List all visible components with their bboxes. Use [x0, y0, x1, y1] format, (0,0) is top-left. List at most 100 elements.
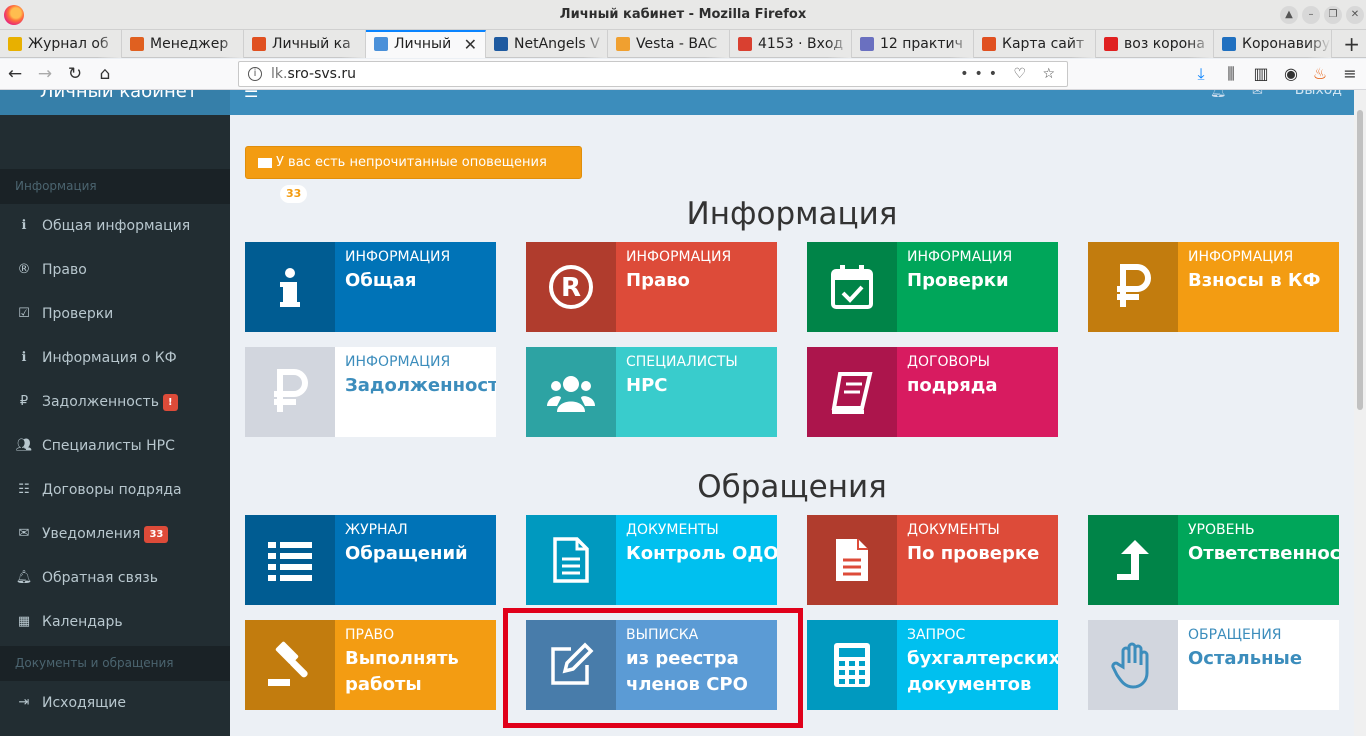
logout-button[interactable]: Выход — [1295, 90, 1342, 98]
tile-caption: Информация — [907, 249, 1013, 265]
notifications-alert-button[interactable]: У вас есть непрочитанные оповещения 33 — [245, 146, 582, 203]
tile-value: Контроль ОДО — [626, 541, 777, 567]
sidebar-item[interactable]: ₽ Задолженность! — [0, 380, 230, 424]
sidebar-item[interactable]: ▦ Календарь — [0, 600, 230, 644]
sidebar-item[interactable]: ® Право — [0, 248, 230, 292]
tile-value: Взносы в КФ — [1188, 268, 1320, 294]
window-minimize-icon[interactable]: – — [1302, 6, 1320, 24]
file-icon — [807, 515, 897, 605]
sidebar-item[interactable]: ☑ Проверки — [0, 292, 230, 336]
url-host-prefix: lk. — [271, 66, 288, 82]
sidebar-toggle-button[interactable]: ☰ — [244, 90, 258, 101]
browser-tab[interactable]: 4153 · Вход — [730, 30, 852, 58]
tile-caption: Журнал — [345, 522, 408, 538]
reload-icon[interactable]: ↻ — [64, 63, 86, 85]
sidebar-item[interactable]: ℹ Общая информация — [0, 204, 230, 248]
info-tile[interactable]: Документы По проверке — [807, 515, 1058, 605]
tab-label: Личный ка — [272, 36, 351, 52]
sidebar-item-outgoing[interactable]: ⇥ Исходящие — [0, 681, 230, 725]
library-icon[interactable]: ⫼ — [1221, 63, 1241, 85]
extension-icon[interactable]: ♨ — [1310, 63, 1330, 85]
browser-tab[interactable]: Личный ка — [244, 30, 366, 58]
sidebar-item-label: Право — [42, 262, 87, 278]
browser-tab[interactable]: Журнал об — [0, 30, 122, 58]
tile-value-line: Проверки — [907, 270, 1009, 291]
sidebar-item[interactable]: 👥︎ Специалисты НРС — [0, 424, 230, 468]
window-up-icon[interactable]: ▲ — [1280, 6, 1298, 24]
home-icon[interactable]: ⌂ — [94, 63, 116, 85]
app-logo[interactable]: Личный кабинет — [0, 90, 230, 115]
info-icon: ℹ — [21, 218, 27, 233]
page-actions-icon[interactable]: ••• ♡ ☆ — [960, 62, 1061, 86]
envelope-icon[interactable]: ✉ — [1252, 90, 1263, 99]
info-tile[interactable]: Право Выполнять работы — [245, 620, 496, 710]
sidebar-item[interactable]: ℹ Информация о КФ — [0, 336, 230, 380]
info-tile[interactable]: Выписка из реестра членов СРО — [526, 620, 777, 710]
tile-caption: Документы — [626, 522, 719, 538]
sidebar-item-label: Уведомления — [42, 526, 141, 542]
sidebar-item-label: Информация о КФ — [42, 350, 177, 366]
tile-value: Общая — [345, 268, 416, 294]
scrollbar[interactable] — [1354, 90, 1366, 736]
info-tile[interactable]: Информация Проверки — [807, 242, 1058, 332]
info-tile[interactable]: Уровень Ответственности — [1088, 515, 1339, 605]
info-tile[interactable]: Информация Задолженность — [245, 347, 496, 437]
sidebar-toggle-icon[interactable]: ▥ — [1251, 63, 1271, 85]
page-content: Личный кабинет Информация ℹ Общая информа… — [0, 90, 1366, 736]
tile-value-line: Взносы в КФ — [1188, 270, 1321, 291]
file-text-icon — [526, 515, 616, 605]
info-tile[interactable]: Запрос бухгалтерских документов — [807, 620, 1058, 710]
tile-value-line: НРС — [626, 375, 668, 396]
sidebar-header-info: Информация — [0, 169, 230, 204]
tile-value: Право — [626, 268, 690, 294]
tile-value-line: бухгалтерских — [907, 648, 1058, 669]
menu-icon[interactable]: ≡ — [1340, 63, 1360, 85]
calendar-icon: ▦ — [17, 614, 31, 629]
window-maximize-icon[interactable]: ❐ — [1324, 6, 1342, 24]
browser-tab[interactable]: Менеджер — [122, 30, 244, 58]
tile-value: подряда — [907, 373, 997, 399]
info-tile[interactable]: Информация Взносы в КФ — [1088, 242, 1339, 332]
tab-favicon-icon — [982, 37, 996, 51]
browser-tab[interactable]: воз корона — [1096, 30, 1214, 58]
scrollbar-thumb[interactable] — [1357, 110, 1363, 410]
sidebar-header-docs: Документы и обращения — [0, 646, 230, 681]
info-tile[interactable]: Специалисты НРС — [526, 347, 777, 437]
site-info-icon[interactable]: i — [248, 67, 262, 81]
tile-caption: Право — [345, 627, 395, 643]
download-icon[interactable]: ⤓ — [1191, 63, 1211, 85]
info-tile[interactable]: Документы Контроль ОДО — [526, 515, 777, 605]
tab-label: Менеджер — [150, 36, 229, 52]
tile-value-line: подряда — [907, 375, 998, 396]
sidebar-item[interactable]: ☷ Договоры подряда — [0, 468, 230, 512]
list-icon — [245, 515, 335, 605]
users-icon — [526, 347, 616, 437]
window-close-icon[interactable]: ✕ — [1346, 6, 1364, 24]
info-tile[interactable]: Информация Общая — [245, 242, 496, 332]
browser-tab[interactable]: Vesta - BAC — [608, 30, 730, 58]
tab-close-icon[interactable]: ✕ — [464, 32, 477, 57]
info-tile[interactable]: Журнал Обращений — [245, 515, 496, 605]
browser-tab[interactable]: Коронавиру — [1214, 30, 1332, 58]
nav-bar: ← → ↻ ⌂ i lk.sro-svs.ru ••• ♡ ☆ ⤓ ⫼ ▥ ◉ … — [0, 59, 1366, 90]
browser-tab[interactable]: Карта сайт — [974, 30, 1096, 58]
info-icon — [245, 242, 335, 332]
browser-tab-active[interactable]: Личный ✕ — [366, 30, 486, 58]
url-host: sro-svs.ru — [287, 66, 357, 82]
account-icon[interactable]: ◉ — [1281, 63, 1301, 85]
new-tab-icon[interactable]: + — [1343, 30, 1360, 58]
ruble-icon — [1088, 242, 1178, 332]
forward-icon[interactable]: → — [34, 63, 56, 85]
envelope-icon: ✉ — [18, 526, 30, 541]
browser-tab[interactable]: NetAngels V — [486, 30, 608, 58]
bell-icon[interactable]: 🔔︎ — [1210, 90, 1227, 99]
url-bar[interactable]: i lk.sro-svs.ru ••• ♡ ☆ — [238, 61, 1068, 87]
sidebar-item[interactable]: ✉ Уведомления 33 — [0, 512, 230, 556]
info-tile[interactable]: Обращения Остальные — [1088, 620, 1339, 710]
browser-tab[interactable]: 12 практич — [852, 30, 974, 58]
info-tile[interactable]: Договоры подряда — [807, 347, 1058, 437]
back-icon[interactable]: ← — [4, 63, 26, 85]
info-tile[interactable]: R Информация Право — [526, 242, 777, 332]
sidebar-item[interactable]: 🔔︎ Обратная связь — [0, 556, 230, 600]
tile-value-line: документов — [907, 674, 1032, 695]
